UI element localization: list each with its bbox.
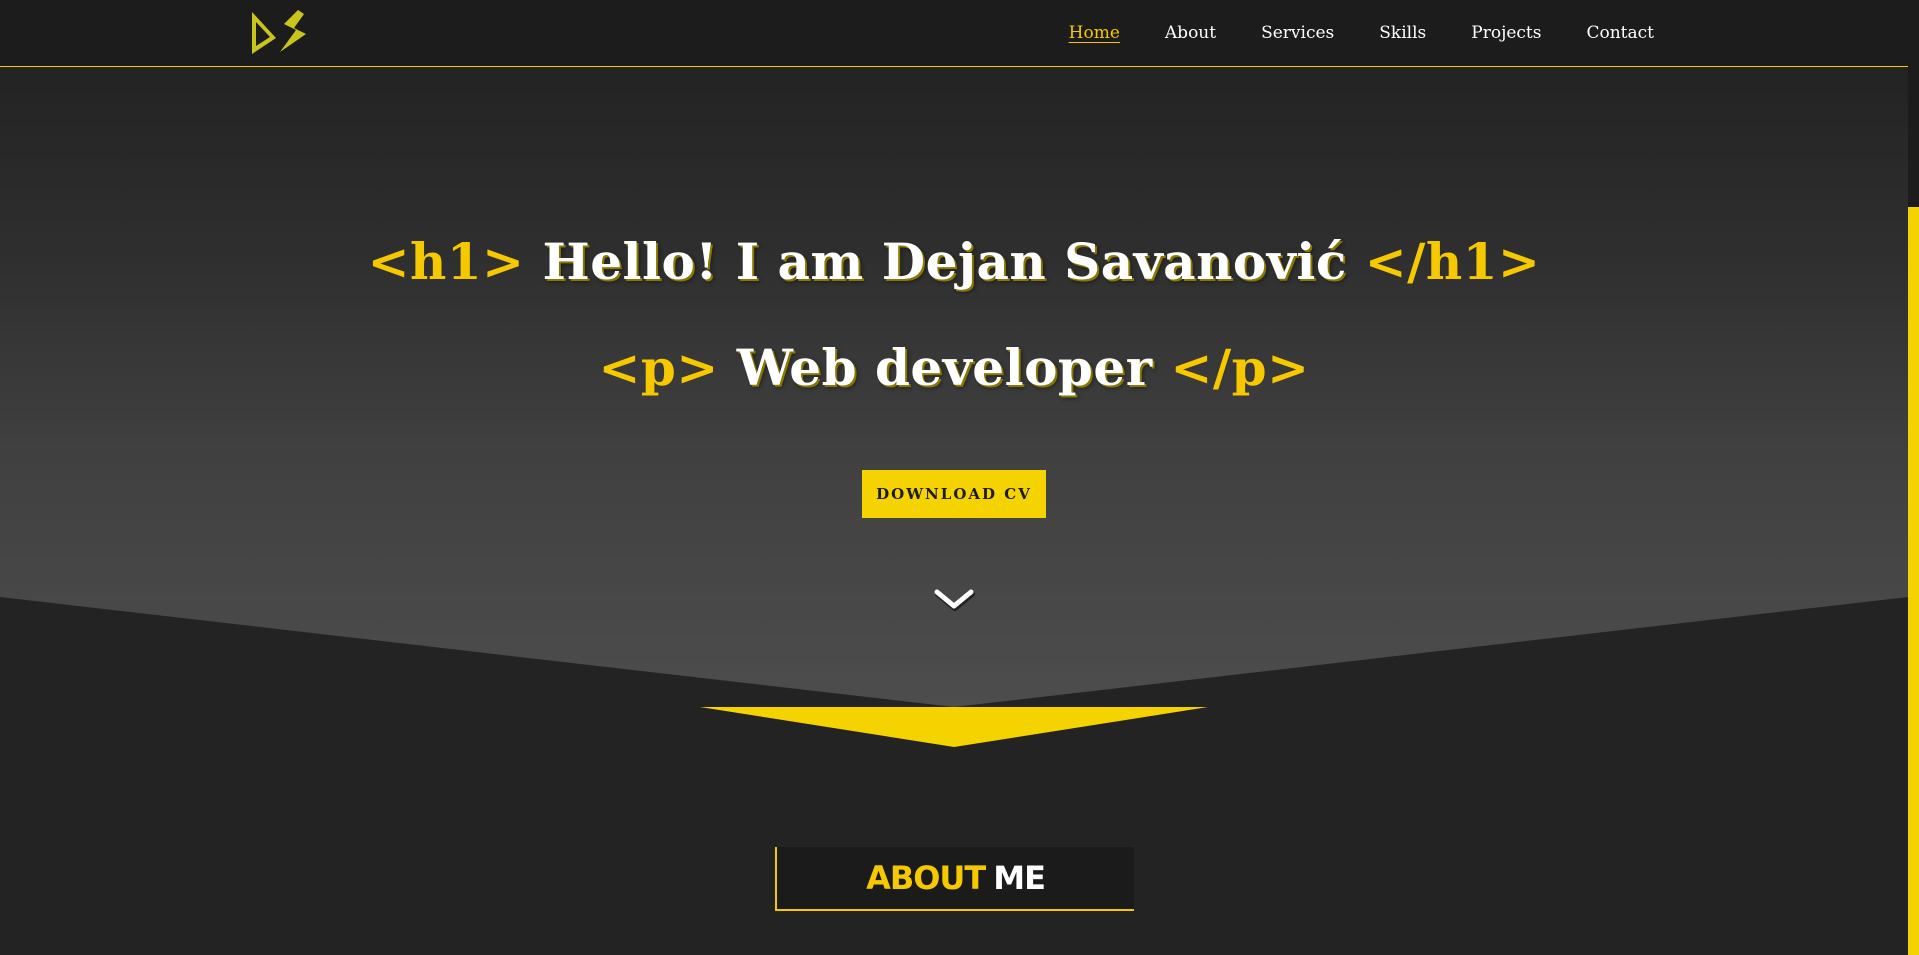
nav-item-services[interactable]: Services [1261, 24, 1334, 42]
navbar: DS Home About Services Skills Projects C… [0, 0, 1908, 67]
nav-links: Home About Services Skills Projects Cont… [1069, 0, 1654, 66]
scrollbar-thumb[interactable] [1908, 207, 1919, 955]
nav-item-skills[interactable]: Skills [1379, 24, 1426, 42]
about-section-title: ABOUT ME [775, 847, 1134, 911]
page: DS Home About Services Skills Projects C… [0, 0, 1919, 955]
download-cv-button[interactable]: DOWNLOAD CV [862, 470, 1046, 518]
hero-subheading-text: Web developer [736, 338, 1153, 397]
nav-item-projects[interactable]: Projects [1471, 24, 1541, 42]
about-title-rest: ME [993, 859, 1046, 897]
about-title-accent: ABOUT [866, 859, 986, 897]
nav-item-about[interactable]: About [1165, 24, 1216, 42]
hero-subheading: <p> Web developer </p> [0, 338, 1908, 397]
hero-heading-close-tag: </h1> [1364, 232, 1541, 291]
nav-item-home[interactable]: Home [1069, 24, 1120, 42]
logo-icon[interactable]: DS [246, 8, 312, 56]
hero-subheading-open-tag: <p> [598, 338, 719, 397]
hero-subheading-close-tag: </p> [1170, 338, 1310, 397]
hero-heading-open-tag: <h1> [367, 232, 525, 291]
hero-heading: <h1> Hello! I am Dejan Savanović </h1> [0, 232, 1908, 291]
nav-item-contact[interactable]: Contact [1586, 24, 1654, 42]
chevron-down-icon[interactable] [932, 584, 976, 614]
hero-heading-text: Hello! I am Dejan Savanović [542, 232, 1347, 291]
